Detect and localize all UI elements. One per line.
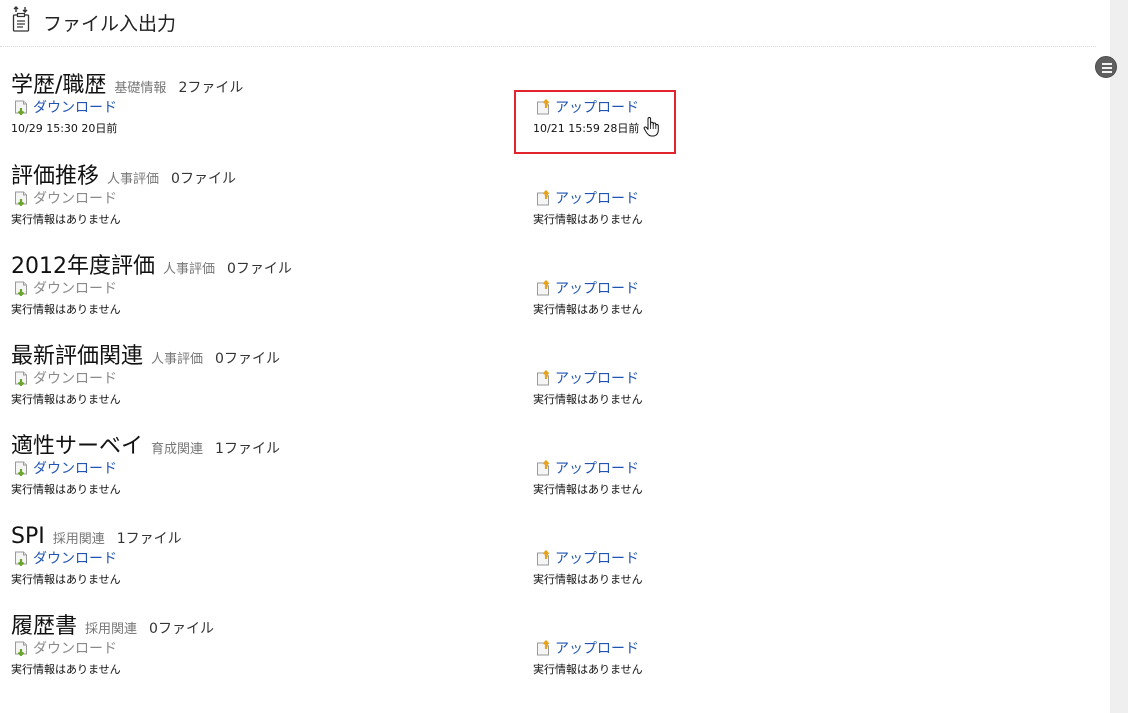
section-category: 採用関連 <box>85 622 138 637</box>
file-section: 最新評価関連 人事評価 0ファイルダウンロード実行情報はありません アップロード実行情… <box>11 343 711 431</box>
download-info: 実行情報はありません <box>11 393 121 406</box>
upload-info: 実行情報はありません <box>533 393 643 406</box>
section-category: 採用関連 <box>52 532 105 547</box>
upload-link[interactable]: アップロード <box>555 458 639 478</box>
section-file-count: 1ファイル <box>116 531 182 547</box>
download-info: 実行情報はありません <box>11 483 121 496</box>
download-button[interactable]: ダウンロード <box>13 98 117 116</box>
section-name: 最新評価関連 <box>11 344 144 369</box>
section-file-count: 2ファイル <box>178 80 244 96</box>
download-button[interactable]: ダウンロード <box>13 189 117 207</box>
clipboard-arrows-icon <box>12 6 30 32</box>
upload-link[interactable]: アップロード <box>555 638 639 658</box>
download-info: 実行情報はありません <box>11 573 121 586</box>
upload-icon <box>535 280 551 296</box>
upload-info: 実行情報はありません <box>533 483 643 496</box>
section-file-count: 0ファイル <box>171 171 236 187</box>
section-file-count: 1ファイル <box>215 441 280 457</box>
upload-button[interactable]: アップロード <box>535 279 639 297</box>
download-link[interactable]: ダウンロード <box>33 278 117 298</box>
upload-button[interactable]: アップロード <box>535 459 639 477</box>
download-info: 実行情報はありません <box>11 303 121 316</box>
download-link[interactable]: ダウンロード <box>33 368 117 388</box>
upload-info: 10/21 15:59 28日前 <box>533 122 640 135</box>
section-category: 基礎情報 <box>114 81 167 96</box>
section-file-count: 0ファイル <box>149 621 214 637</box>
upload-button[interactable]: アップロード <box>535 369 639 387</box>
download-icon <box>13 550 29 566</box>
download-info: 実行情報はありません <box>11 663 121 676</box>
section-name: 適性サーベイ <box>11 434 144 459</box>
download-link[interactable]: ダウンロード <box>33 188 117 208</box>
section-category: 人事評価 <box>151 352 204 367</box>
upload-link[interactable]: アップロード <box>555 97 639 117</box>
download-icon <box>13 280 29 296</box>
section-name: 学歴/職歴 <box>11 73 107 98</box>
download-link[interactable]: ダウンロード <box>33 458 117 478</box>
file-section: 学歴/職歴 基礎情報 2ファイルダウンロード 10/29 15:30 20日前 アップロ… <box>11 72 711 160</box>
hand-cursor-icon <box>643 117 659 137</box>
upload-info: 実行情報はありません <box>533 663 643 676</box>
page-header: ファイル入出力 <box>0 0 1096 47</box>
download-button[interactable]: ダウンロード <box>13 549 117 567</box>
upload-info: 実行情報はありません <box>533 303 643 316</box>
download-button[interactable]: ダウンロード <box>13 459 117 477</box>
section-name: SPI <box>11 524 45 549</box>
download-icon <box>13 640 29 656</box>
download-link[interactable]: ダウンロード <box>33 638 117 658</box>
section-name: 評価推移 <box>11 164 100 189</box>
download-link[interactable]: ダウンロード <box>33 97 117 117</box>
section-file-count: 0ファイル <box>215 351 280 367</box>
download-icon <box>13 99 29 115</box>
upload-icon <box>535 99 551 115</box>
upload-info: 実行情報はありません <box>533 213 643 226</box>
file-section: 履歴書 採用関連 0ファイルダウンロード実行情報はありません アップロード実行情報はあ… <box>11 613 711 701</box>
upload-button[interactable]: アップロード <box>535 639 639 657</box>
section-file-count: 0ファイル <box>227 261 292 277</box>
upload-icon <box>535 370 551 386</box>
upload-link[interactable]: アップロード <box>555 368 639 388</box>
download-link[interactable]: ダウンロード <box>33 548 117 568</box>
upload-icon <box>535 460 551 476</box>
download-info: 実行情報はありません <box>11 213 121 226</box>
download-icon <box>13 190 29 206</box>
download-button[interactable]: ダウンロード <box>13 279 117 297</box>
menu-button[interactable] <box>1095 56 1117 78</box>
file-section: 適性サーベイ 育成関連 1ファイルダウンロード実行情報はありません アップロード実行情… <box>11 433 711 521</box>
upload-button[interactable]: アップロード <box>535 189 639 207</box>
upload-link[interactable]: アップロード <box>555 278 639 298</box>
download-button[interactable]: ダウンロード <box>13 639 117 657</box>
upload-info: 実行情報はありません <box>533 573 643 586</box>
section-name: 履歴書 <box>11 614 78 639</box>
section-category: 人事評価 <box>107 172 160 187</box>
right-scroll-sidebar[interactable] <box>1110 0 1128 713</box>
upload-button[interactable]: アップロード <box>535 98 639 116</box>
upload-link[interactable]: アップロード <box>555 188 639 208</box>
download-icon <box>13 370 29 386</box>
upload-button[interactable]: アップロード <box>535 549 639 567</box>
file-section: 評価推移 人事評価 0ファイルダウンロード実行情報はありません アップロード実行情報は… <box>11 163 711 251</box>
section-category: 育成関連 <box>151 442 204 457</box>
file-section: SPI 採用関連 1ファイル ダウンロード実行情報はありません アップロード実行情報はあ… <box>11 523 711 611</box>
download-icon <box>13 460 29 476</box>
section-category: 人事評価 <box>163 262 216 277</box>
download-button[interactable]: ダウンロード <box>13 369 117 387</box>
upload-icon <box>535 190 551 206</box>
upload-link[interactable]: アップロード <box>555 548 639 568</box>
file-section: 2012年度評価 人事評価 0ファイルダウンロード実行情報はありません アップロード実… <box>11 253 711 341</box>
section-name: 2012年度評価 <box>11 254 155 279</box>
upload-icon <box>535 640 551 656</box>
upload-icon <box>535 550 551 566</box>
download-info: 10/29 15:30 20日前 <box>11 122 118 135</box>
page-title: ファイル入出力 <box>43 13 177 35</box>
